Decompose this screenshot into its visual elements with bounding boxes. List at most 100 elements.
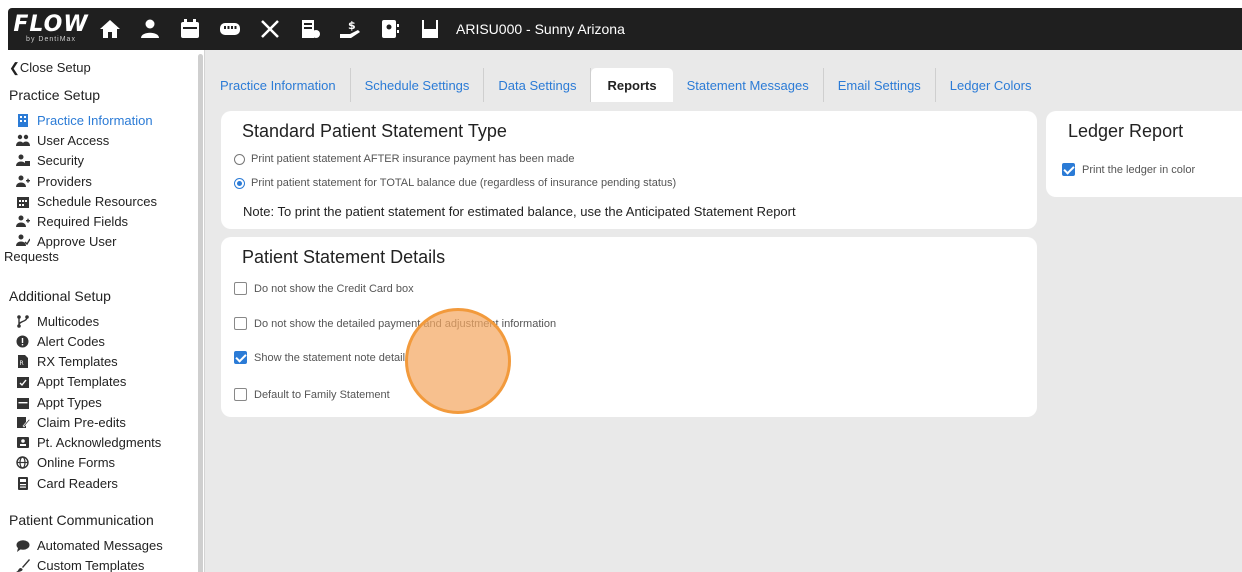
tab-data-settings[interactable]: Data Settings — [484, 68, 592, 102]
tab-ledger-colors[interactable]: Ledger Colors — [936, 68, 1046, 102]
check-no-credit-card-box[interactable]: Do not show the Credit Card box — [234, 282, 414, 295]
calendar-icon — [17, 398, 29, 409]
statement-details-card: Patient Statement Details Do not show th… — [221, 237, 1037, 417]
teeth-chart-icon[interactable] — [210, 8, 250, 50]
checkbox-label: Do not show the detailed payment and adj… — [254, 317, 557, 330]
tab-practice-information[interactable]: Practice Information — [206, 68, 351, 102]
sidebar-item-required-fields[interactable]: Required Fields — [16, 214, 128, 229]
id-badge-icon — [17, 437, 29, 448]
save-icon[interactable] — [410, 8, 450, 50]
sidebar-item-custom-templates[interactable]: Custom Templates — [16, 558, 144, 572]
logo-text: FLOW — [13, 12, 89, 37]
calendar-icon[interactable] — [170, 8, 210, 50]
practice-setup-heading: Practice Setup — [9, 87, 101, 103]
tab-schedule-settings[interactable]: Schedule Settings — [351, 68, 485, 102]
sidebar-item-rx-templates[interactable]: R RX Templates — [16, 354, 118, 369]
person-icon[interactable] — [130, 8, 170, 50]
sidebar-item-multicodes[interactable]: Multicodes — [16, 314, 99, 329]
tab-reports[interactable]: Reports — [591, 68, 673, 102]
building-icon — [18, 114, 28, 127]
patient-communication-heading: Patient Communication — [9, 512, 154, 528]
sidebar-item-label: Card Readers — [37, 476, 118, 491]
sidebar-item-label: Multicodes — [37, 314, 100, 329]
sidebar-item-label: Practice Information — [37, 113, 153, 128]
checkbox[interactable] — [234, 388, 247, 401]
flow-logo[interactable]: FLOW by DentiMax — [12, 8, 90, 50]
sidebar-item-label: Schedule Resources — [37, 194, 157, 209]
sidebar-item-label: Providers — [37, 174, 92, 189]
tools-icon[interactable] — [250, 8, 290, 50]
sidebar-item-label: Appt Types — [37, 395, 102, 410]
tab-statement-messages[interactable]: Statement Messages — [673, 68, 824, 102]
sidebar-item-approve-user-requests[interactable]: Approve User Requests — [4, 234, 174, 264]
user-plus-icon — [16, 175, 30, 187]
check-default-family-statement[interactable]: Default to Family Statement — [234, 388, 390, 401]
contact-card-icon[interactable] — [370, 8, 410, 50]
statement-type-title: Standard Patient Statement Type — [242, 121, 507, 141]
tab-email-settings[interactable]: Email Settings — [824, 68, 936, 102]
sidebar-item-pt-acknowledgments[interactable]: Pt. Acknowledgments — [16, 435, 161, 450]
check-no-detailed-payment[interactable]: Do not show the detailed payment and adj… — [234, 317, 556, 330]
toolbar-strip: FLOW by DentiMax $ ARISU000 - Sunny Ariz… — [8, 8, 1242, 50]
user-plus-icon — [16, 215, 30, 227]
sidebar-item-appt-templates[interactable]: Appt Templates — [16, 374, 126, 389]
chat-icon — [16, 540, 30, 552]
sidebar-item-label: Appt Templates — [37, 374, 127, 389]
sidebar-item-schedule-resources[interactable]: Schedule Resources — [16, 194, 157, 209]
sidebar-item-label: RX Templates — [37, 354, 118, 369]
sidebar-item-providers[interactable]: Providers — [16, 174, 92, 189]
active-patient-label[interactable]: ARISU000 - Sunny Arizona — [456, 21, 625, 37]
sidebar-item-online-forms[interactable]: Online Forms — [16, 455, 115, 470]
statement-type-card: Standard Patient Statement Type Print pa… — [221, 111, 1037, 229]
checkbox-checked[interactable] — [234, 351, 247, 364]
payment-icon[interactable]: $ — [330, 8, 370, 50]
home-icon[interactable] — [90, 8, 130, 50]
checkbox[interactable] — [234, 282, 247, 295]
sidebar-item-label: User Access — [37, 133, 110, 148]
statement-details-title: Patient Statement Details — [242, 247, 446, 267]
settings-tabs: Practice Information Schedule Settings D… — [206, 68, 1242, 102]
logo-subtitle: by DentiMax — [26, 36, 76, 43]
checkbox-label: Show the statement note detail — [254, 351, 406, 364]
svg-text:$: $ — [348, 19, 356, 32]
sidebar-item-label: Claim Pre-edits — [37, 415, 126, 430]
sidebar-item-automated-messages[interactable]: Automated Messages — [16, 538, 163, 553]
setup-sidebar: ❮Close Setup Practice Setup Practice Inf… — [0, 50, 205, 572]
ledger-report-title: Ledger Report — [1068, 121, 1184, 141]
users-icon — [16, 134, 30, 146]
checkbox-label: Do not show the Credit Card box — [254, 282, 414, 295]
close-setup-link[interactable]: ❮Close Setup — [9, 60, 91, 76]
radio-after-insurance[interactable]: Print patient statement AFTER insurance … — [234, 153, 574, 165]
radio-label: Print patient statement AFTER insurance … — [251, 153, 575, 165]
user-check-icon — [16, 234, 30, 246]
card-reader-icon — [18, 477, 28, 490]
sidebar-item-practice-information[interactable]: Practice Information — [16, 113, 153, 128]
radio-total-balance[interactable]: Print patient statement for TOTAL balanc… — [234, 177, 676, 189]
checkbox[interactable] — [234, 317, 247, 330]
additional-setup-heading: Additional Setup — [9, 288, 111, 304]
sidebar-item-user-access[interactable]: User Access — [16, 133, 109, 148]
app-window: FLOW by DentiMax $ ARISU000 - Sunny Ariz… — [0, 0, 1242, 572]
sidebar-scrollbar[interactable] — [198, 54, 203, 572]
rx-icon: R — [18, 355, 28, 368]
top-toolbar: FLOW by DentiMax $ ARISU000 - Sunny Ariz… — [0, 0, 1242, 50]
sidebar-item-label: Automated Messages — [37, 538, 163, 553]
radio-button-selected[interactable] — [234, 177, 245, 189]
sidebar-item-claim-pre-edits[interactable]: Claim Pre-edits — [16, 415, 126, 430]
sidebar-item-label: Custom Templates — [37, 558, 145, 572]
ledger-report-card: Ledger Report Print the ledger in color — [1046, 111, 1242, 197]
check-show-statement-note[interactable]: Show the statement note detail — [234, 351, 405, 364]
alert-icon — [16, 335, 29, 348]
sidebar-item-label: Online Forms — [37, 455, 116, 470]
check-print-ledger-color[interactable]: Print the ledger in color — [1062, 163, 1195, 176]
sidebar-item-security[interactable]: Security — [16, 153, 84, 168]
sidebar-item-appt-types[interactable]: Appt Types — [16, 395, 102, 410]
radio-label: Print patient statement for TOTAL balanc… — [251, 177, 677, 189]
sidebar-item-card-readers[interactable]: Card Readers — [16, 476, 118, 491]
checkbox-checked[interactable] — [1062, 163, 1075, 176]
sidebar-item-label: Required Fields — [37, 214, 129, 229]
billing-icon[interactable] — [290, 8, 330, 50]
sidebar-item-alert-codes[interactable]: Alert Codes — [16, 334, 105, 349]
calendar-check-icon — [17, 377, 29, 388]
radio-button[interactable] — [234, 153, 245, 165]
